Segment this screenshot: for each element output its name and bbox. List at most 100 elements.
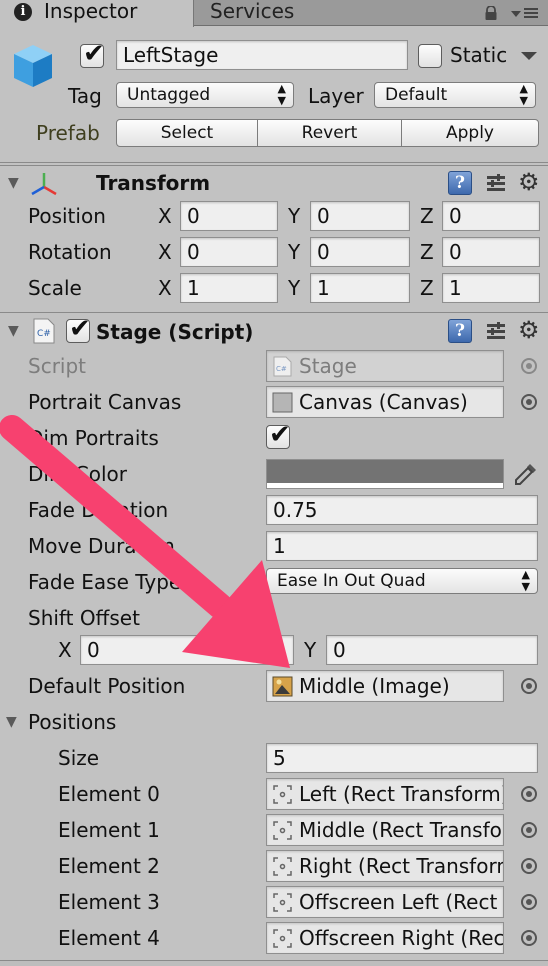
rect-transform-icon [273,857,292,876]
rect-transform-icon [273,821,292,840]
element-label: Element 4 [58,926,160,950]
layer-dropdown[interactable]: Default ▲ ▼ [374,82,536,108]
layer-label: Layer [308,84,364,108]
foldout-arrow-icon[interactable]: ▼ [8,175,19,191]
prefab-select-button[interactable]: Select [116,119,258,147]
shift-offset-y-label: Y [304,638,317,662]
scale-z-axis-label: Z [420,276,434,300]
default-position-label: Default Position [28,674,186,698]
rect-transform-icon [273,893,292,912]
rotation-x-field[interactable]: 0 [180,237,278,267]
updown-icon: ▲ ▼ [521,568,530,593]
object-picker-icon[interactable] [521,894,537,910]
rotation-y-field[interactable]: 0 [310,237,410,267]
static-dropdown-icon[interactable] [520,51,538,61]
layer-value: Default [385,85,448,105]
prefab-revert-button[interactable]: Revert [257,119,402,147]
object-picker-icon[interactable] [521,822,537,838]
scale-x-field[interactable]: 1 [180,273,278,303]
positions-foldout-arrow-icon[interactable]: ▼ [6,714,17,730]
tag-dropdown[interactable]: Untagged ▲ ▼ [116,82,294,108]
script-field: C# Stage [266,350,504,382]
script-label: Script [28,354,87,378]
positions-label[interactable]: Positions [28,710,116,734]
object-picker-icon[interactable] [521,858,537,874]
position-z-field[interactable]: 0 [442,201,540,231]
position-label: Position [28,204,106,228]
object-picker-icon[interactable] [521,678,537,694]
help-icon[interactable]: ? [448,319,472,343]
csharp-script-icon: C# [273,356,292,377]
rotation-z-field[interactable]: 0 [442,237,540,267]
element-field[interactable]: Middle (Rect Transform) [266,814,504,846]
rotation-z-axis-label: Z [420,240,434,264]
object-picker-icon[interactable] [521,394,537,410]
portrait-canvas-label: Portrait Canvas [28,390,182,414]
portrait-canvas-value: Canvas (Canvas) [299,390,468,414]
rotation-label: Rotation [28,240,112,264]
fade-ease-type-dropdown[interactable]: Ease In Out Quad ▲ ▼ [266,568,538,594]
dim-portraits-label: Dim Portraits [28,426,159,450]
gear-icon[interactable]: ⚙ [518,318,540,342]
element-field[interactable]: Right (Rect Transform) [266,850,504,882]
move-duration-field[interactable]: 1 [266,531,538,561]
active-checkbox[interactable]: ✔ [80,39,105,69]
shift-offset-label: Shift Offset [28,606,140,630]
csharp-script-icon: C# [33,318,55,344]
fade-duration-field[interactable]: 0.75 [266,495,538,525]
gameobject-header: ✔ LeftStage Static Tag Untagged ▲ ▼ Layer… [0,27,548,163]
rotation-x-axis-label: X [158,240,172,264]
dim-color-swatch[interactable] [266,459,504,489]
shift-offset-x-label: X [58,638,72,662]
shift-offset-x-field[interactable]: 0 [80,635,294,665]
portrait-canvas-field[interactable]: Canvas (Canvas) [266,386,504,418]
stage-script-header[interactable]: ▼ C# ✔ Stage (Script) ? ⚙ [0,312,548,348]
tab-inspector[interactable]: i Inspector [0,0,194,27]
eyedropper-icon[interactable] [512,460,540,488]
fade-duration-label: Fade Duration [28,498,169,522]
svg-text:C#: C# [37,329,51,339]
shift-offset-y-field[interactable]: 0 [326,635,538,665]
element-value: Offscreen Left (Rect Transform) [299,890,503,914]
menu-icon[interactable] [510,6,540,20]
scale-y-field[interactable]: 1 [310,273,410,303]
tab-services[interactable]: Services [196,0,466,26]
element-field[interactable]: Offscreen Right (Rect Transform) [266,922,504,954]
element-field[interactable]: Offscreen Left (Rect Transform) [266,886,504,918]
prefab-label: Prefab [36,121,100,145]
checkmark-icon: ✔ [69,314,91,344]
default-position-field[interactable]: Middle (Image) [266,670,504,702]
position-x-field[interactable]: 0 [180,201,278,231]
stage-script-title: Stage (Script) [96,320,254,344]
positions-size-field[interactable]: 5 [266,743,538,773]
object-name-field[interactable]: LeftStage [116,40,408,70]
object-picker-icon[interactable] [521,930,537,946]
element-value: Offscreen Right (Rect Transform) [299,926,504,950]
svg-text:C#: C# [276,365,287,373]
stage-enabled-checkbox[interactable]: ✔ [66,314,91,344]
preset-icon[interactable] [485,172,507,194]
position-y-field[interactable]: 0 [310,201,410,231]
dim-portraits-checkbox[interactable]: ✔ [266,422,291,449]
help-icon[interactable]: ? [448,171,472,195]
element-value: Right (Rect Transform) [299,854,504,878]
element-label: Element 3 [58,890,160,914]
fade-ease-type-value: Ease In Out Quad [277,571,426,591]
updown-icon: ▲ ▼ [519,82,528,107]
element-label: Element 1 [58,818,160,842]
element-value: Left (Rect Transform) [299,782,504,806]
object-picker-icon[interactable] [521,786,537,802]
transform-header[interactable]: ▼ Transform ? ⚙ [0,165,548,201]
element-field[interactable]: Left (Rect Transform) [266,778,504,810]
scale-z-field[interactable]: 1 [442,273,540,303]
foldout-arrow-icon[interactable]: ▼ [8,323,19,339]
transform-title: Transform [96,171,211,195]
script-value: Stage [299,354,357,378]
tab-inspector-label: Inspector [44,0,138,23]
static-checkbox[interactable] [418,44,442,68]
prefab-apply-button[interactable]: Apply [401,119,539,147]
checkmark-icon: ✔ [83,39,105,69]
preset-icon[interactable] [485,320,507,342]
gear-icon[interactable]: ⚙ [518,170,540,194]
lock-icon[interactable] [484,6,498,20]
